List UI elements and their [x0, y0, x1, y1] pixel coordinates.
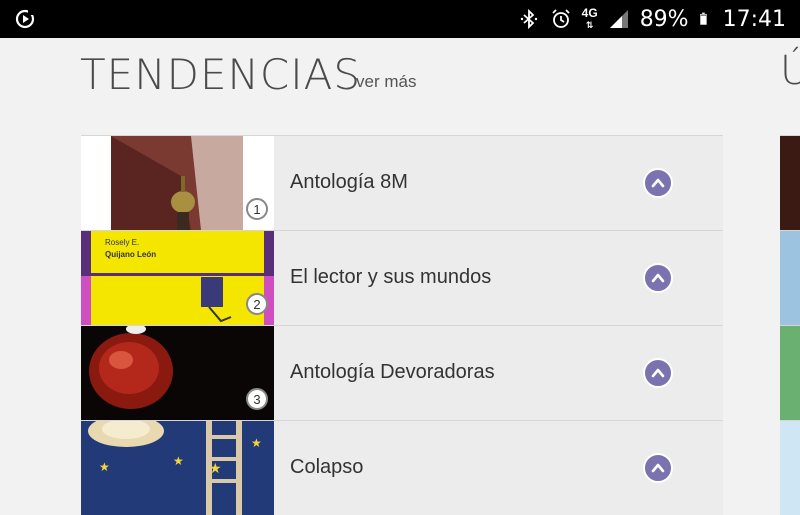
cover-author-text: Rosely E.	[105, 238, 139, 247]
clock: 17:41	[722, 6, 786, 32]
list-item[interactable]: 1 Antología 8M	[81, 135, 723, 230]
alarm-icon	[552, 9, 570, 28]
list-item[interactable]: 3 Antología Devoradoras	[81, 325, 723, 420]
book-title[interactable]: Colapso	[290, 456, 363, 479]
svg-text:★: ★	[251, 436, 262, 450]
svg-text:★: ★	[173, 454, 184, 468]
book-title[interactable]: Antología 8M	[290, 171, 408, 194]
battery-icon	[699, 12, 707, 25]
book-cover[interactable]	[81, 136, 274, 230]
list-item[interactable]: ★ ★ ★ ★ Colapso	[81, 420, 723, 515]
chevron-up-icon	[651, 273, 665, 283]
rank-badge: 3	[246, 388, 268, 410]
expand-button[interactable]	[643, 263, 673, 293]
battery-percent: 89%	[639, 6, 689, 32]
trending-list: 1 Antología 8M Rosely E. Quijano León 2	[81, 135, 723, 515]
book-cover[interactable]	[780, 230, 800, 325]
network-type: 4G ⇅	[581, 6, 598, 30]
next-section-list-peek[interactable]	[780, 135, 800, 515]
svg-text:★: ★	[209, 460, 222, 476]
rank-badge: 1	[246, 198, 268, 220]
signal-icon	[609, 10, 628, 28]
cover-author-text: Quijano León	[105, 250, 156, 259]
status-icons: 4G ⇅ 89% 17:41	[518, 0, 786, 38]
list-item[interactable]: Rosely E. Quijano León 2 El lector y sus…	[81, 230, 723, 325]
rank-badge: 2	[246, 293, 268, 315]
see-more-link[interactable]: ver más	[356, 72, 416, 92]
chevron-up-icon	[651, 178, 665, 188]
bluetooth-icon	[520, 8, 537, 30]
chevron-up-icon	[651, 368, 665, 378]
svg-text:★: ★	[99, 460, 110, 474]
chevron-up-icon	[651, 463, 665, 473]
status-bar: 4G ⇅ 89% 17:41	[0, 0, 800, 38]
book-cover[interactable]	[780, 135, 800, 230]
book-title[interactable]: El lector y sus mundos	[290, 266, 491, 289]
book-cover[interactable]: ★ ★ ★ ★	[81, 421, 274, 515]
next-section-title-peek[interactable]: Ú	[780, 48, 800, 94]
section-title: TENDENCIAS	[80, 50, 362, 99]
book-title[interactable]: Antología Devoradoras	[290, 361, 495, 384]
book-cover[interactable]	[81, 326, 274, 420]
book-cover[interactable]	[780, 420, 800, 515]
screen-recorder-icon	[15, 9, 36, 29]
expand-button[interactable]	[643, 358, 673, 388]
expand-button[interactable]	[643, 453, 673, 483]
book-cover[interactable]	[780, 325, 800, 420]
expand-button[interactable]	[643, 168, 673, 198]
book-cover[interactable]: Rosely E. Quijano León	[81, 231, 274, 325]
